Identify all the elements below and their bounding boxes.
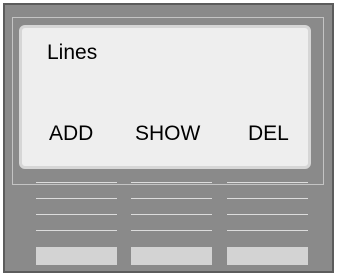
grille-line xyxy=(36,214,117,215)
key-grille-right xyxy=(227,182,308,233)
screen-title: Lines xyxy=(47,41,98,64)
softkey-add-button[interactable] xyxy=(36,247,117,265)
grille-line xyxy=(36,198,117,199)
grille-line xyxy=(36,182,117,183)
key-grille-left xyxy=(36,182,117,233)
grille-line xyxy=(131,198,212,199)
grille-line xyxy=(227,182,308,183)
softkey-del-button[interactable] xyxy=(227,247,308,265)
softkey-show-button[interactable] xyxy=(131,247,212,265)
softkey-label-add: ADD xyxy=(49,122,94,145)
grille-line xyxy=(227,198,308,199)
softkey-label-del: DEL xyxy=(248,122,289,145)
grille-line xyxy=(131,182,212,183)
grille-line xyxy=(227,214,308,215)
grille-line xyxy=(131,230,212,231)
grille-line xyxy=(36,230,117,231)
softkey-label-show: SHOW xyxy=(135,122,201,145)
lcd-screen: Lines ADD SHOW DEL xyxy=(19,25,311,169)
key-grille-center xyxy=(131,182,212,233)
grille-line xyxy=(227,230,308,231)
grille-line xyxy=(131,214,212,215)
